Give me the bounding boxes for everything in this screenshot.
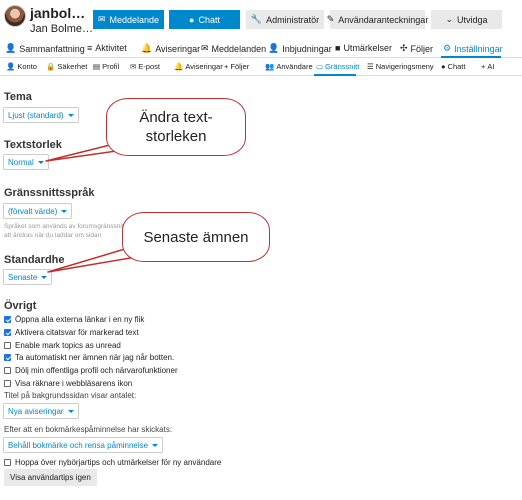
text-size-callout-text: Ändra text-storleken: [139, 109, 213, 145]
latest-callout: Senaste ämnen: [122, 212, 270, 262]
text-size-callout: Ändra text-storleken: [106, 98, 246, 156]
latest-callout-text: Senaste ämnen: [143, 228, 249, 246]
